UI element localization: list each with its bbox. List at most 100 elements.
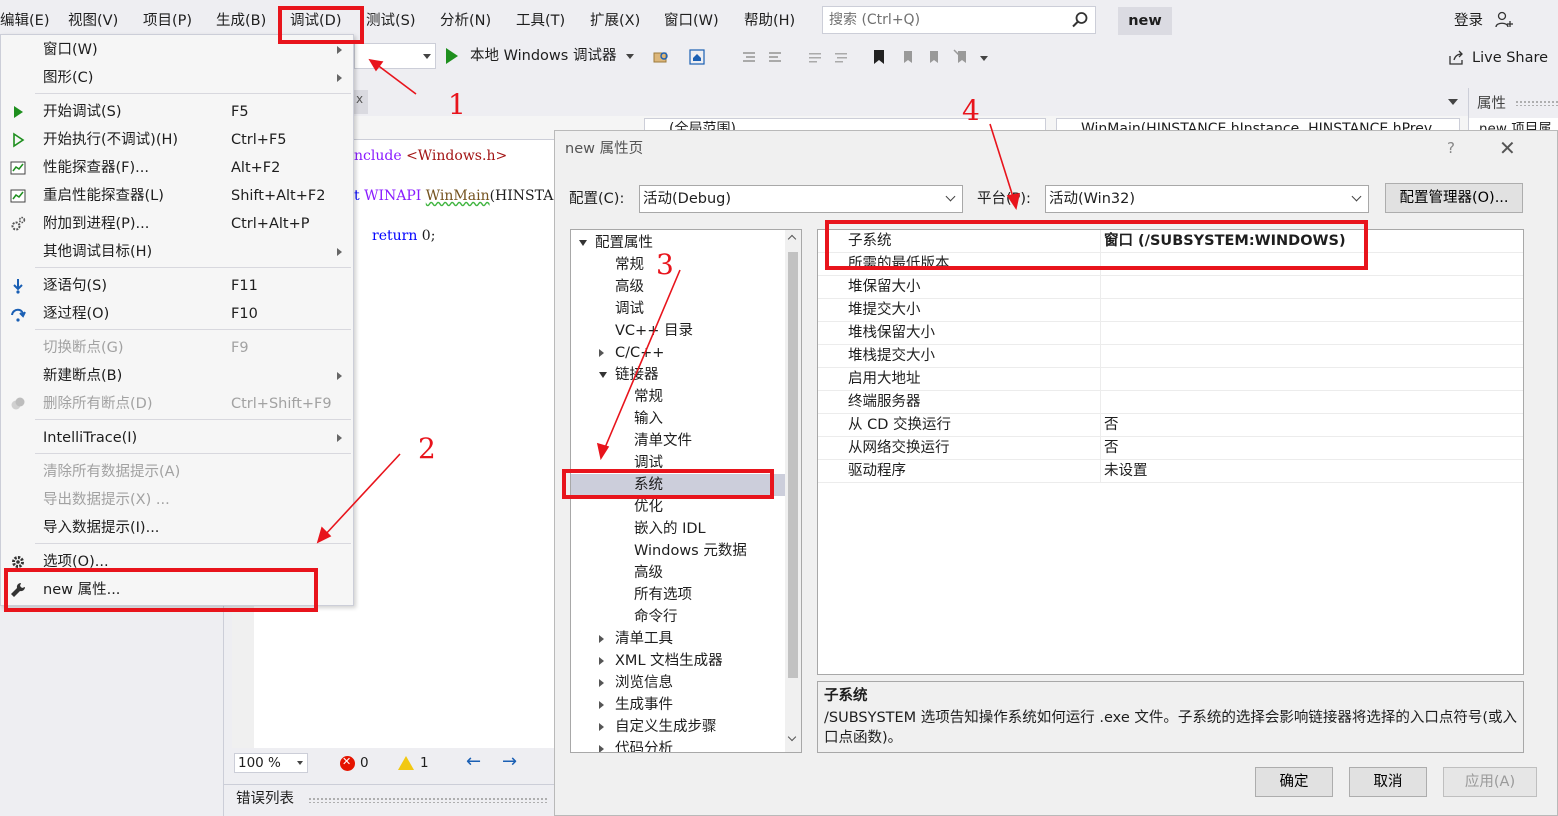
config-manager-button[interactable]: 配置管理器(O)... [1385,183,1523,213]
navigate-back-icon[interactable]: ← [466,752,481,772]
menu-test[interactable]: 测试(S) [366,10,416,32]
menu-help[interactable]: 帮助(H) [744,10,795,32]
tree-item[interactable]: 输入 [571,408,785,430]
collapse-arrow-icon[interactable] [599,723,604,731]
debug-menu-item[interactable]: 逐过程(O) F10 [1,301,353,327]
property-row[interactable]: 堆提交大小 [818,299,1523,322]
menu-analyze[interactable]: 分析(N) [440,10,491,32]
property-grid[interactable]: 子系统 窗口 (/SUBSYSTEM:WINDOWS) 所需的最低版本 堆保留大小 堆提… [817,229,1524,675]
expand-arrow-icon[interactable] [599,372,607,378]
chevron-down-icon[interactable] [626,54,634,59]
help-button[interactable]: ? [1447,139,1455,157]
debug-menu-item[interactable]: 重启性能探查器(L) Shift+Alt+F2 [1,183,353,209]
tree-item[interactable]: 代码分析 [571,738,785,752]
cancel-button[interactable]: 取消 [1349,767,1427,797]
search-input[interactable] [829,10,1059,30]
property-value[interactable]: 否 [1104,437,1119,459]
warning-icon[interactable] [398,756,414,770]
start-debugger-button[interactable]: 本地 Windows 调试器 [470,46,616,66]
config-select[interactable]: 活动(Debug) [639,185,963,213]
collapse-arrow-icon[interactable] [599,349,604,357]
close-icon[interactable]: ✕ [1499,137,1516,159]
play-icon[interactable] [446,48,458,64]
menu-edit[interactable]: 编辑(E) [0,10,49,32]
scroll-thumb[interactable] [788,252,798,678]
tree-item[interactable]: 高级 [571,276,785,298]
platform-combo[interactable] [354,43,436,69]
outdent-icon[interactable] [766,48,784,66]
scroll-up-icon[interactable] [787,234,797,244]
menu-view[interactable]: 视图(V) [68,10,118,32]
tree-item[interactable]: VC++ 目录 [571,320,785,342]
error-icon[interactable] [340,755,355,771]
property-row[interactable]: 堆栈保留大小 [818,322,1523,345]
tab-close-icon[interactable] [354,90,368,114]
chevron-down-icon[interactable] [980,56,988,61]
indent-icon[interactable] [740,48,758,66]
person-add-icon[interactable] [1494,10,1514,30]
menu-build[interactable]: 生成(B) [216,10,266,32]
tree-item[interactable]: 链接器 [571,364,785,386]
property-row[interactable]: 堆保留大小 [818,276,1523,299]
tree-item[interactable]: 生成事件 [571,694,785,716]
search-icon[interactable] [1071,11,1089,29]
tree-item[interactable]: 常规 [571,254,785,276]
menu-extensions[interactable]: 扩展(X) [590,10,640,32]
next-bookmark-icon[interactable] [924,48,942,66]
folder-search-icon[interactable] [652,48,670,66]
collapse-arrow-icon[interactable] [599,745,604,752]
debug-menu-item[interactable]: 逐语句(S) F11 [1,273,353,299]
tree-item[interactable]: 所有选项 [571,584,785,606]
collapse-arrow-icon[interactable] [599,635,604,643]
debug-menu-item[interactable]: 导入数据提示(I)... [1,515,353,541]
property-value[interactable]: 否 [1104,414,1119,436]
tree-item[interactable]: 命令行 [571,606,785,628]
menu-project[interactable]: 项目(P) [143,10,192,32]
menu-window[interactable]: 窗口(W) [664,10,719,32]
menu-tools[interactable]: 工具(T) [516,10,565,32]
scroll-down-icon[interactable] [787,732,797,742]
comment-icon[interactable] [806,48,824,66]
debug-menu-item[interactable]: 开始调试(S) F5 [1,99,353,125]
collapse-arrow-icon[interactable] [599,679,604,687]
panel-grip[interactable] [1515,100,1558,106]
property-row[interactable]: 从网络交换运行 否 [818,437,1523,460]
tree-item[interactable]: 自定义生成步骤 [571,716,785,738]
debug-menu-item[interactable]: 图形(C) [1,65,353,91]
property-row[interactable]: 终端服务器 [818,391,1523,414]
debug-menu-item[interactable]: 其他调试目标(H) [1,239,353,265]
tree-item[interactable]: 浏览信息 [571,672,785,694]
property-row[interactable]: 堆栈提交大小 [818,345,1523,368]
tree-item[interactable]: Windows 元数据 [571,540,785,562]
ok-button[interactable]: 确定 [1255,767,1333,797]
uncomment-icon[interactable] [832,48,850,66]
bookmark-icon[interactable] [870,48,888,66]
property-value[interactable]: 未设置 [1104,460,1148,482]
property-row[interactable]: 启用大地址 [818,368,1523,391]
navigate-forward-icon[interactable]: → [502,752,517,772]
panel-grip[interactable] [308,797,548,803]
platform-select[interactable]: 活动(Win32) [1045,185,1369,213]
debug-menu-item[interactable]: 性能探查器(F)... Alt+F2 [1,155,353,181]
live-share-button[interactable]: Live Share [1472,48,1548,68]
tree-item[interactable]: 优化 [571,496,785,518]
prev-bookmark-icon[interactable] [898,48,916,66]
zoom-combo[interactable]: 100 % [234,753,308,773]
search-box[interactable] [822,6,1096,34]
tree-item[interactable]: 配置属性 [571,232,785,254]
property-row[interactable]: 从 CD 交换运行 否 [818,414,1523,437]
tree-item[interactable]: 调试 [571,298,785,320]
debug-menu-item[interactable]: 开始执行(不调试)(H) Ctrl+F5 [1,127,353,153]
tree-item[interactable]: 嵌入的 IDL [571,518,785,540]
tree-item[interactable]: C/C++ [571,342,785,364]
apply-button[interactable]: 应用(A) [1443,767,1537,797]
tree-item[interactable]: XML 文档生成器 [571,650,785,672]
debug-menu-item[interactable]: 新建断点(B) [1,363,353,389]
expand-arrow-icon[interactable] [579,240,587,246]
error-list-title[interactable]: 错误列表 [236,789,294,809]
debug-menu-item[interactable]: IntelliTrace(I) [1,425,353,451]
tree-item[interactable]: 常规 [571,386,785,408]
sign-in-link[interactable]: 登录 [1454,10,1483,32]
tree-item[interactable]: 清单工具 [571,628,785,650]
tree-item[interactable]: 高级 [571,562,785,584]
